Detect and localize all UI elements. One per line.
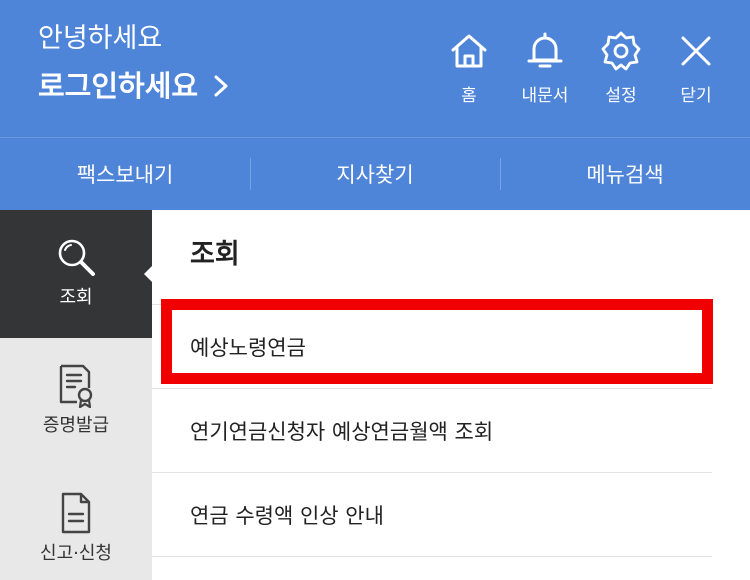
close-button[interactable]: 닫기	[664, 30, 728, 114]
gear-icon	[601, 31, 641, 71]
settings-label: 설정	[605, 86, 637, 106]
sidebar-item-label: 증명발급	[42, 415, 110, 436]
login-link[interactable]: 로그인하세요	[38, 66, 232, 106]
sidebar-item-label: 신고·신청	[40, 543, 112, 564]
greeting-text: 안녕하세요	[38, 23, 163, 54]
menu-item-pension-increase[interactable]: 연금 수령액 인상 안내	[152, 472, 712, 556]
home-icon	[451, 34, 487, 68]
fax-send-button[interactable]: 팩스보내기	[0, 138, 250, 210]
document-icon	[61, 492, 91, 534]
sidebar-item-inquiry[interactable]: 조회	[0, 210, 153, 338]
section-title: 조회	[190, 239, 240, 270]
menu-item-expected-pension[interactable]: 예상노령연금	[152, 304, 712, 388]
bell-icon	[527, 32, 563, 68]
menu-item-deferred-pension[interactable]: 연기연금신청자 예상연금월액 조회	[152, 388, 712, 472]
home-button[interactable]: 홈	[437, 30, 501, 114]
sidebar-item-report-apply[interactable]: 신고·신청	[0, 466, 152, 580]
menu-item-divider	[152, 556, 712, 580]
home-label: 홈	[461, 86, 477, 106]
side-nav: 조회 증명발급 신고·신청	[0, 210, 153, 580]
sidebar-item-label: 조회	[59, 287, 93, 308]
quick-menu-bar: 팩스보내기 지사찾기 메뉴검색	[0, 137, 750, 210]
settings-button[interactable]: 설정	[589, 30, 653, 114]
close-icon	[681, 36, 711, 66]
search-icon	[58, 239, 95, 276]
sidebar-item-certificate[interactable]: 증명발급	[0, 338, 152, 466]
inbox-label: 내문서	[521, 86, 569, 106]
inbox-button[interactable]: 내문서	[513, 30, 577, 114]
chevron-right-icon	[214, 75, 228, 97]
submenu-panel: 조회 예상노령연금 연기연금신청자 예상연금월액 조회 연금 수령액 인상 안내	[152, 210, 750, 580]
branch-finder-button[interactable]: 지사찾기	[250, 138, 500, 210]
certificate-icon	[59, 364, 93, 408]
login-label: 로그인하세요	[38, 69, 199, 103]
menu-search-button[interactable]: 메뉴검색	[500, 138, 750, 210]
header: 안녕하세요 로그인하세요 홈 내문서 설정 닫기	[0, 0, 750, 137]
close-label: 닫기	[680, 86, 712, 106]
